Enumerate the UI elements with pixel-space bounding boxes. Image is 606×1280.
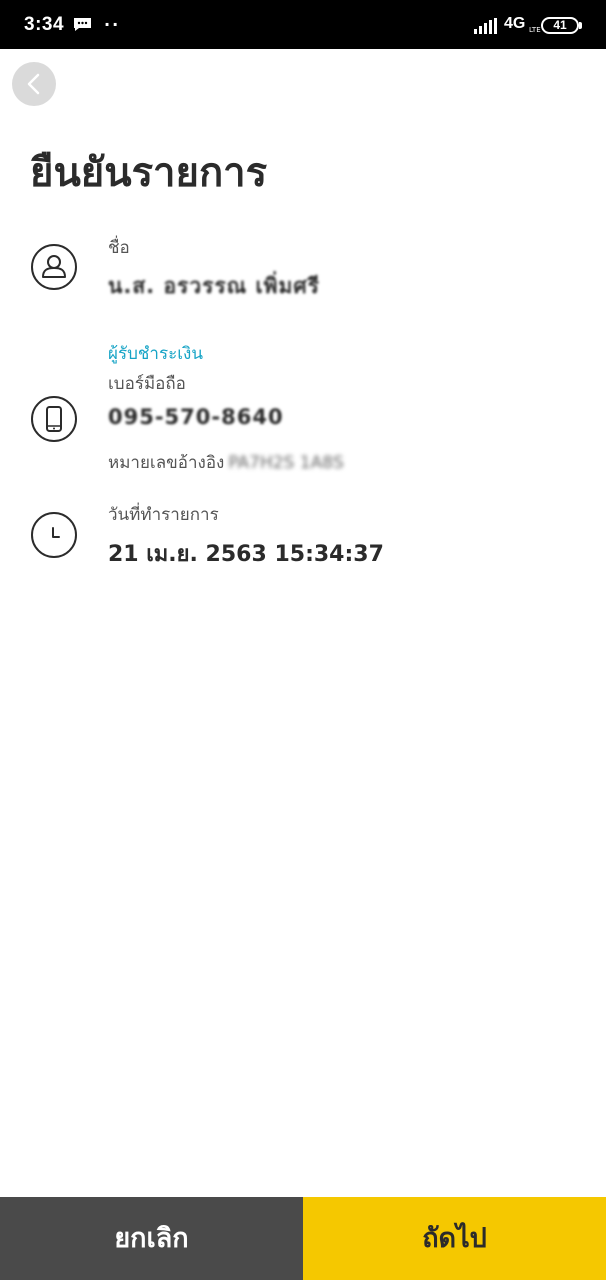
lte-indicator: LTE xyxy=(529,26,541,34)
clock-icon xyxy=(31,512,77,558)
phone-icon xyxy=(31,396,77,442)
phone-number: 095-570-8640 xyxy=(108,405,284,429)
notification-dots: ·· xyxy=(104,15,121,34)
battery-tip xyxy=(579,22,582,29)
page-title: ยืนยันรายการ xyxy=(30,150,268,196)
network-type: 4G xyxy=(504,15,526,32)
reference-label: หมายเลขอ้างอิง xyxy=(108,453,225,473)
user-icon xyxy=(31,244,77,290)
recipient-name: น.ส. อรวรรณ เพิ่มศรี xyxy=(108,274,320,298)
reference-value: PA7H2S 1A8S xyxy=(228,453,344,473)
battery-icon: 41 xyxy=(541,17,579,34)
name-label: ชื่อ xyxy=(108,238,130,258)
back-button[interactable] xyxy=(12,62,56,106)
phone-label: เบอร์มือถือ xyxy=(108,374,186,394)
status-time: 3:34 xyxy=(24,14,65,35)
transaction-datetime: 21 เม.ย. 2563 15:34:37 xyxy=(108,542,384,567)
status-bar: 3:34 ·· 4G LTE 41 xyxy=(0,0,606,49)
next-button[interactable]: ถัดไป xyxy=(303,1197,606,1280)
message-icon xyxy=(74,18,91,31)
reference-row: หมายเลขอ้างอิง PA7H2S 1A8S xyxy=(108,449,344,476)
chevron-left-icon xyxy=(27,73,40,95)
date-label: วันที่ทำรายการ xyxy=(108,505,219,525)
signal-icon xyxy=(474,18,497,34)
payee-section-label: ผู้รับชำระเงิน xyxy=(108,344,203,364)
cancel-button[interactable]: ยกเลิก xyxy=(0,1197,303,1280)
